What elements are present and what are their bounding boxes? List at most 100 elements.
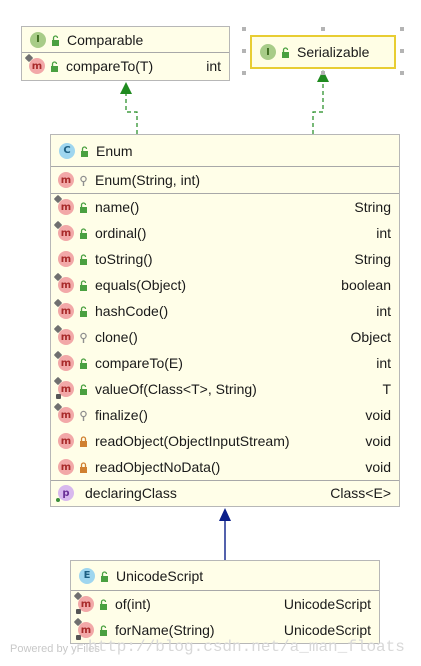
serializable-interface-box[interactable]: I Serializable [250, 35, 396, 69]
member-name: Enum(String, int) [95, 172, 201, 188]
watermark-text: http://blog.csdn.net/a_man_floats [88, 638, 405, 656]
public-visibility-icon [79, 279, 88, 291]
selection-handle[interactable] [242, 71, 246, 75]
serializable-title: Serializable [297, 44, 370, 60]
method-icon: m [53, 402, 74, 423]
public-visibility-icon [79, 383, 88, 395]
method-row[interactable]: m of(int) UnicodeScript [71, 591, 379, 617]
unicodescript-header: E UnicodeScript [71, 561, 379, 591]
member-type: boolean [341, 277, 391, 293]
enum-methods-list: m name() String m ordinal() int m toString() Str… [51, 194, 399, 480]
method-icon: m [24, 53, 45, 74]
member-name: of(int) [115, 596, 151, 612]
property-row[interactable]: p declaringClass Class<E> [51, 481, 399, 505]
member-name: clone() [95, 329, 138, 345]
method-row[interactable]: m hashCode() int [51, 298, 399, 324]
method-icon: m [53, 298, 74, 319]
member-name: declaringClass [85, 485, 177, 501]
method-icon: m [53, 194, 74, 215]
public-visibility-icon [99, 624, 108, 636]
method-row[interactable]: m ordinal() int [51, 220, 399, 246]
selection-handle[interactable] [400, 71, 404, 75]
selection-handle[interactable] [321, 71, 325, 75]
public-visibility-icon [79, 357, 88, 369]
public-visibility-icon [79, 227, 88, 239]
member-name: readObject(ObjectInputStream) [95, 433, 290, 449]
method-row[interactable]: m equals(Object) boolean [51, 272, 399, 298]
member-type: int [376, 225, 391, 241]
member-name: toString() [95, 251, 153, 267]
member-name: equals(Object) [95, 277, 187, 293]
member-row[interactable]: m compareTo(T) int [22, 53, 229, 79]
member-name: ordinal() [95, 225, 147, 241]
selection-handle[interactable] [321, 27, 325, 31]
comparable-interface-box[interactable]: I Comparable m compareTo(T) int [21, 26, 230, 81]
method-row[interactable]: m valueOf(Class<T>, String) T [51, 376, 399, 402]
method-row[interactable]: m finalize() void [51, 402, 399, 428]
unicodescript-enum-box[interactable]: E UnicodeScript m of(int) UnicodeScript m fo… [70, 560, 380, 644]
method-icon: m [53, 324, 74, 345]
protected-visibility-icon [79, 409, 88, 421]
selection-handle[interactable] [242, 27, 246, 31]
enum-class-box[interactable]: C Enum m Enum(String, int) m name() String… [50, 134, 400, 507]
member-name: forName(String) [115, 622, 215, 638]
method-icon: m [53, 272, 74, 293]
method-icon: m [58, 172, 74, 188]
method-icon: m [73, 617, 94, 640]
method-row[interactable]: m clone() Object [51, 324, 399, 350]
member-name: finalize() [95, 407, 148, 423]
public-visibility-icon [100, 570, 109, 582]
member-type: void [365, 459, 391, 475]
selection-handle[interactable] [242, 49, 246, 53]
member-name: compareTo(E) [95, 355, 183, 371]
powered-by-label: Powered by yFiles [10, 643, 100, 655]
static-marker-icon [76, 635, 81, 640]
member-type: int [376, 355, 391, 371]
member-type: UnicodeScript [283, 596, 371, 612]
member-name: hashCode() [95, 303, 169, 319]
method-row[interactable]: m compareTo(E) int [51, 350, 399, 376]
member-type: int [376, 303, 391, 319]
member-type: T [382, 381, 391, 397]
member-name: valueOf(Class<T>, String) [95, 381, 257, 397]
implements-serializable-arrow [312, 80, 324, 134]
member-type: String [354, 199, 391, 215]
extends-enum-arrowhead [219, 508, 231, 521]
unicodescript-methods-list: m of(int) UnicodeScript m forName(String) Uni… [71, 591, 379, 643]
private-visibility-icon [79, 461, 88, 473]
member-name: name() [95, 199, 140, 215]
implements-comparable-arrowhead [120, 82, 132, 94]
enum-title: Enum [96, 142, 133, 159]
method-icon: m [53, 376, 74, 399]
public-visibility-icon [281, 46, 290, 58]
enum-icon: E [79, 567, 95, 584]
method-icon: m [53, 220, 74, 241]
member-name: compareTo(T) [66, 58, 154, 74]
selection-handle[interactable] [400, 49, 404, 53]
static-marker-icon [56, 394, 61, 399]
member-name: readObjectNoData() [95, 459, 221, 475]
interface-icon: I [260, 44, 276, 60]
method-icon: m [53, 350, 74, 371]
class-icon: C [59, 142, 75, 159]
member-type: void [365, 407, 391, 423]
method-row[interactable]: m name() String [51, 194, 399, 220]
private-visibility-icon [79, 435, 88, 447]
method-row[interactable]: m toString() String [51, 246, 399, 272]
constructor-row[interactable]: m Enum(String, int) [51, 167, 399, 193]
serializable-header: I Serializable [252, 37, 394, 67]
public-visibility-icon [51, 34, 60, 46]
selection-handle[interactable] [400, 27, 404, 31]
member-type: Class<E> [330, 485, 391, 501]
comparable-title: Comparable [67, 31, 144, 48]
member-type: int [206, 58, 221, 74]
member-type: String [354, 251, 391, 267]
public-visibility-icon [79, 253, 88, 265]
property-icon: p [56, 485, 74, 502]
method-row[interactable]: m readObjectNoData() void [51, 454, 399, 480]
property-dot-icon [56, 498, 60, 502]
method-row[interactable]: m readObject(ObjectInputStream) void [51, 428, 399, 454]
public-visibility-icon [50, 60, 59, 72]
implements-comparable-arrow [125, 92, 138, 134]
public-visibility-icon [79, 305, 88, 317]
